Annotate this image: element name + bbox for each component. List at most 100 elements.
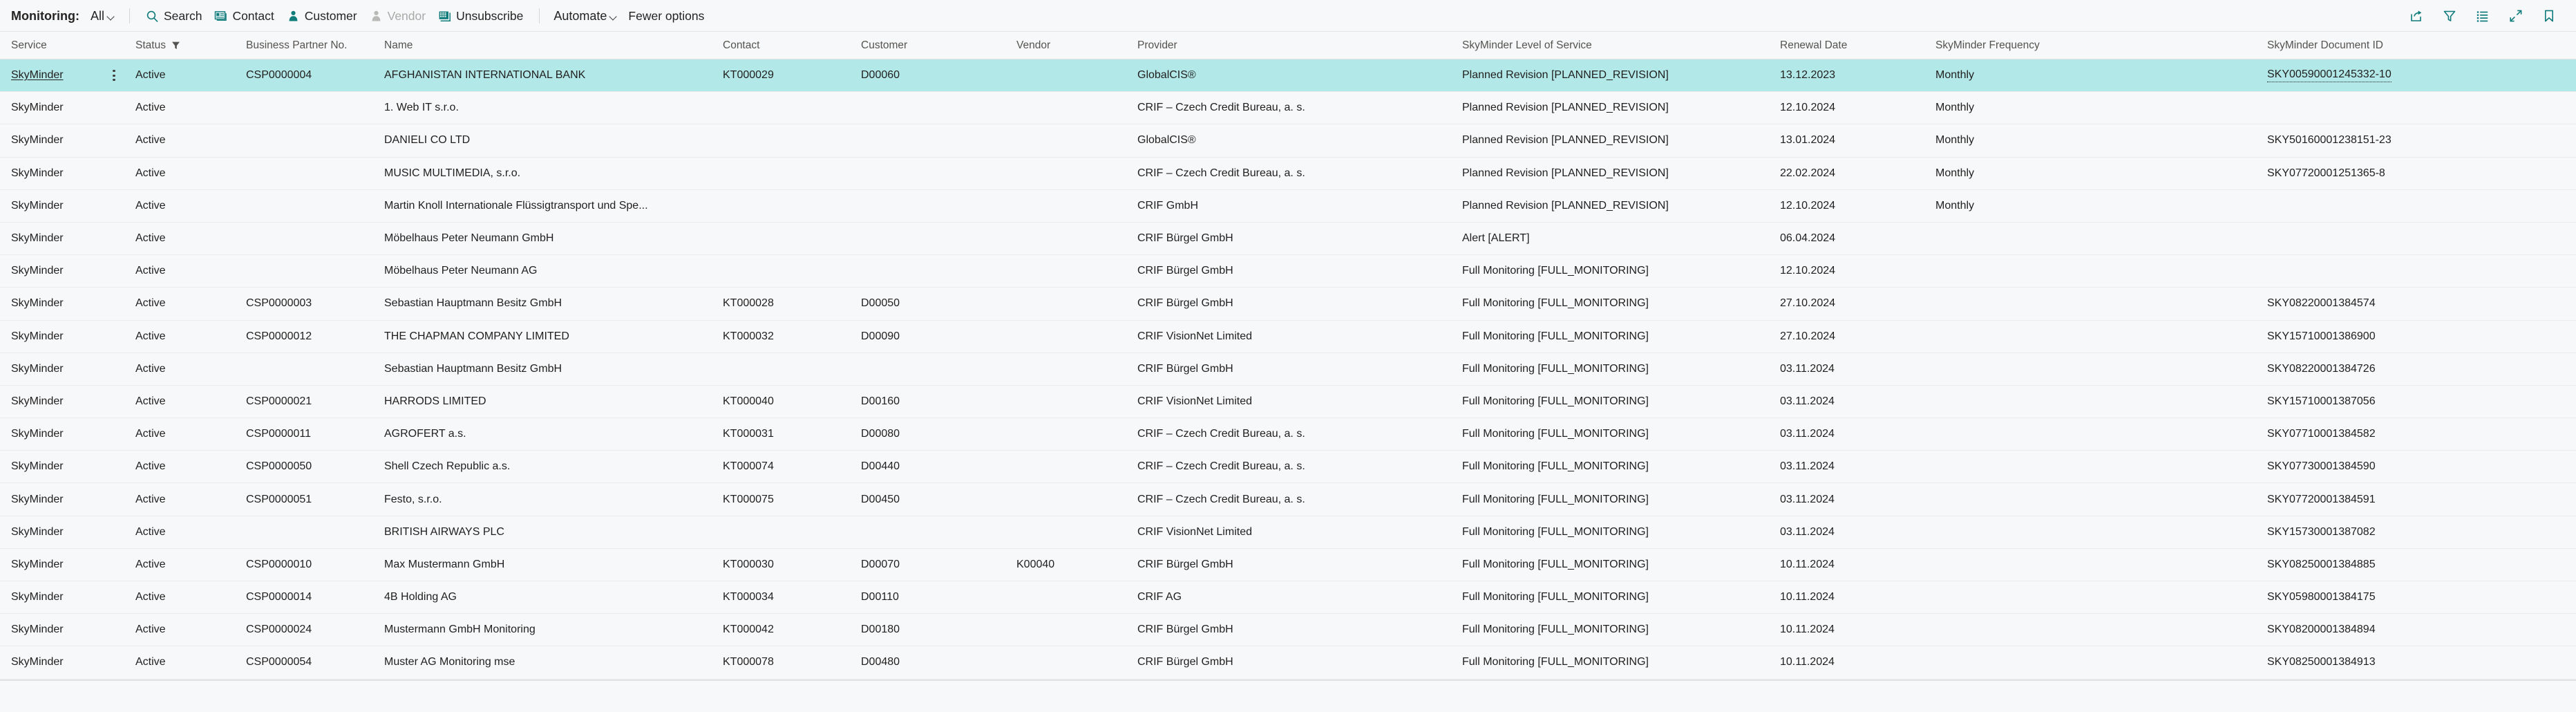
- table-row[interactable]: SkyMinderActiveDANIELI CO LTDGlobalCIS®P…: [0, 124, 2576, 157]
- cell-vendor: [1012, 92, 1133, 124]
- list-icon: [2475, 8, 2490, 24]
- customer-person-icon: [287, 10, 300, 23]
- cell-customer-text: D00440: [861, 460, 900, 473]
- table-row[interactable]: SkyMinderActiveMöbelhaus Peter Neumann A…: [0, 255, 2576, 288]
- table-row[interactable]: SkyMinderActiveMartin Knoll Internationa…: [0, 190, 2576, 223]
- cell-docid: SKY07720001384591: [2263, 483, 2567, 515]
- table-row[interactable]: SkyMinderActiveCSP0000050Shell Czech Rep…: [0, 451, 2576, 483]
- cell-frequency: Monthly: [1931, 158, 2263, 189]
- cell-name-text: Möbelhaus Peter Neumann GmbH: [384, 232, 553, 245]
- table-row[interactable]: SkyMinderActiveCSP00000144B Holding AGKT…: [0, 581, 2576, 614]
- column-header-document-id[interactable]: SkyMinder Document ID: [2263, 32, 2567, 59]
- table-row[interactable]: SkyMinderActiveCSP0000004AFGHANISTAN INT…: [0, 59, 2576, 92]
- search-button[interactable]: Search: [140, 6, 208, 26]
- column-header-vendor[interactable]: Vendor: [1012, 32, 1133, 59]
- column-header-level-of-service[interactable]: SkyMinder Level of Service: [1458, 32, 1776, 59]
- bookmark-button[interactable]: [2535, 4, 2564, 28]
- cell-customer-text: D00160: [861, 395, 900, 408]
- cell-provider: CRIF – Czech Credit Bureau, a. s.: [1133, 158, 1458, 189]
- column-header-vendor-label: Vendor: [1016, 39, 1050, 52]
- cell-los: Planned Revision [PLANNED_REVISION]: [1458, 92, 1776, 124]
- cell-name: Max Mustermann GmbH: [380, 549, 719, 581]
- column-header-name[interactable]: Name: [380, 32, 719, 59]
- table-row[interactable]: SkyMinderActiveCSP0000024Mustermann GmbH…: [0, 614, 2576, 646]
- cell-service: SkyMinder: [0, 646, 97, 678]
- cell-service[interactable]: SkyMinder: [0, 59, 97, 91]
- table-row[interactable]: SkyMinderActiveCSP0000051Festo, s.r.o.KT…: [0, 483, 2576, 516]
- column-header-status[interactable]: Status: [131, 32, 242, 59]
- column-header-contact[interactable]: Contact: [719, 32, 857, 59]
- table-row[interactable]: SkyMinderActiveMöbelhaus Peter Neumann G…: [0, 223, 2576, 255]
- table-row[interactable]: SkyMinderActiveCSP0000012THE CHAPMAN COM…: [0, 321, 2576, 353]
- cell-name: Möbelhaus Peter Neumann GmbH: [380, 223, 719, 254]
- status-filter-applied-icon[interactable]: [171, 41, 180, 50]
- cell-provider: CRIF AG: [1133, 581, 1458, 613]
- cell-status-text: Active: [135, 526, 166, 538]
- cell-provider-text: CRIF – Czech Credit Bureau, a. s.: [1137, 102, 1305, 114]
- row-actions-cell: [97, 614, 131, 646]
- cell-provider-text: CRIF VisionNet Limited: [1137, 395, 1252, 408]
- vendor-button[interactable]: Vendor: [363, 6, 432, 26]
- column-header-frequency[interactable]: SkyMinder Frequency: [1931, 32, 2263, 59]
- cell-renewal-text: 13.12.2023: [1780, 69, 1835, 82]
- share-icon: [2409, 8, 2424, 24]
- unsubscribe-grid-icon: [438, 10, 451, 23]
- cell-customer: D00160: [857, 386, 1012, 418]
- row-menu-icon[interactable]: [107, 67, 121, 84]
- cell-name-text: THE CHAPMAN COMPANY LIMITED: [384, 330, 569, 343]
- cell-docid: [2263, 255, 2567, 287]
- table-row[interactable]: SkyMinderActiveCSP0000003Sebastian Haupt…: [0, 288, 2576, 320]
- column-header-actions: [97, 32, 131, 59]
- table-row[interactable]: SkyMinderActiveMUSIC MULTIMEDIA, s.r.o.C…: [0, 158, 2576, 190]
- column-header-renewal-date[interactable]: Renewal Date: [1776, 32, 1931, 59]
- cell-service-text: SkyMinder: [11, 428, 64, 440]
- cell-contact-text: KT000074: [723, 460, 774, 473]
- cell-name: Muster AG Monitoring mse: [380, 646, 719, 678]
- cell-bpno: CSP0000012: [242, 321, 380, 353]
- cell-renewal-text: 27.10.2024: [1780, 330, 1835, 343]
- cell-los-text: Full Monitoring [FULL_MONITORING]: [1462, 591, 1649, 603]
- column-header-business-partner-no[interactable]: Business Partner No.: [242, 32, 380, 59]
- collapse-button[interactable]: [2501, 4, 2530, 28]
- cell-docid-text: SKY05980001384175: [2267, 591, 2376, 603]
- column-header-service[interactable]: Service: [0, 32, 97, 59]
- table-row[interactable]: SkyMinderActiveCSP0000010Max Mustermann …: [0, 549, 2576, 581]
- cell-renewal: 10.11.2024: [1776, 614, 1931, 646]
- cell-status: Active: [131, 321, 242, 353]
- grid-header-row: Service Status Business Partner No. Name…: [0, 32, 2576, 59]
- table-row[interactable]: SkyMinderActive1. Web IT s.r.o.CRIF – Cz…: [0, 92, 2576, 124]
- cell-status: Active: [131, 59, 242, 91]
- list-view-button[interactable]: [2468, 4, 2497, 28]
- cell-customer: D00090: [857, 321, 1012, 353]
- cell-los: Full Monitoring [FULL_MONITORING]: [1458, 646, 1776, 678]
- table-row[interactable]: SkyMinderActiveBRITISH AIRWAYS PLCCRIF V…: [0, 516, 2576, 549]
- table-row[interactable]: SkyMinderActiveCSP0000021HARRODS LIMITED…: [0, 386, 2576, 418]
- automate-dropdown[interactable]: Automate: [549, 7, 622, 26]
- cell-docid[interactable]: SKY00590001245332-10: [2263, 59, 2567, 91]
- unsubscribe-button[interactable]: Unsubscribe: [432, 6, 529, 26]
- filter-button[interactable]: [2435, 4, 2464, 28]
- share-button[interactable]: [2402, 4, 2431, 28]
- fewer-options-button[interactable]: Fewer options: [622, 6, 710, 26]
- cell-bpno-text: CSP0000021: [246, 395, 312, 408]
- table-row[interactable]: SkyMinderActiveCSP0000011AGROFERT a.s.KT…: [0, 418, 2576, 451]
- cell-status-text: Active: [135, 494, 166, 506]
- column-header-customer[interactable]: Customer: [857, 32, 1012, 59]
- contact-button[interactable]: Contact: [208, 6, 280, 26]
- column-header-provider[interactable]: Provider: [1133, 32, 1458, 59]
- table-row[interactable]: SkyMinderActiveSebastian Hauptmann Besit…: [0, 353, 2576, 386]
- table-row[interactable]: SkyMinderActiveCSP0000054Muster AG Monit…: [0, 646, 2576, 679]
- cell-customer: D00440: [857, 451, 1012, 483]
- cell-service-text: SkyMinder: [11, 134, 64, 147]
- unsubscribe-button-label: Unsubscribe: [456, 9, 523, 24]
- customer-button[interactable]: Customer: [281, 6, 363, 26]
- cell-frequency-text: Monthly: [1935, 102, 1974, 114]
- cell-status-text: Active: [135, 591, 166, 603]
- cell-contact-text: KT000028: [723, 297, 774, 310]
- cell-los-text: Planned Revision [PLANNED_REVISION]: [1462, 134, 1669, 147]
- cell-name: Sebastian Hauptmann Besitz GmbH: [380, 353, 719, 385]
- monitoring-filter-dropdown[interactable]: All: [86, 7, 120, 26]
- cell-los-text: Full Monitoring [FULL_MONITORING]: [1462, 460, 1649, 473]
- cell-vendor: [1012, 386, 1133, 418]
- row-actions-cell: [97, 581, 131, 613]
